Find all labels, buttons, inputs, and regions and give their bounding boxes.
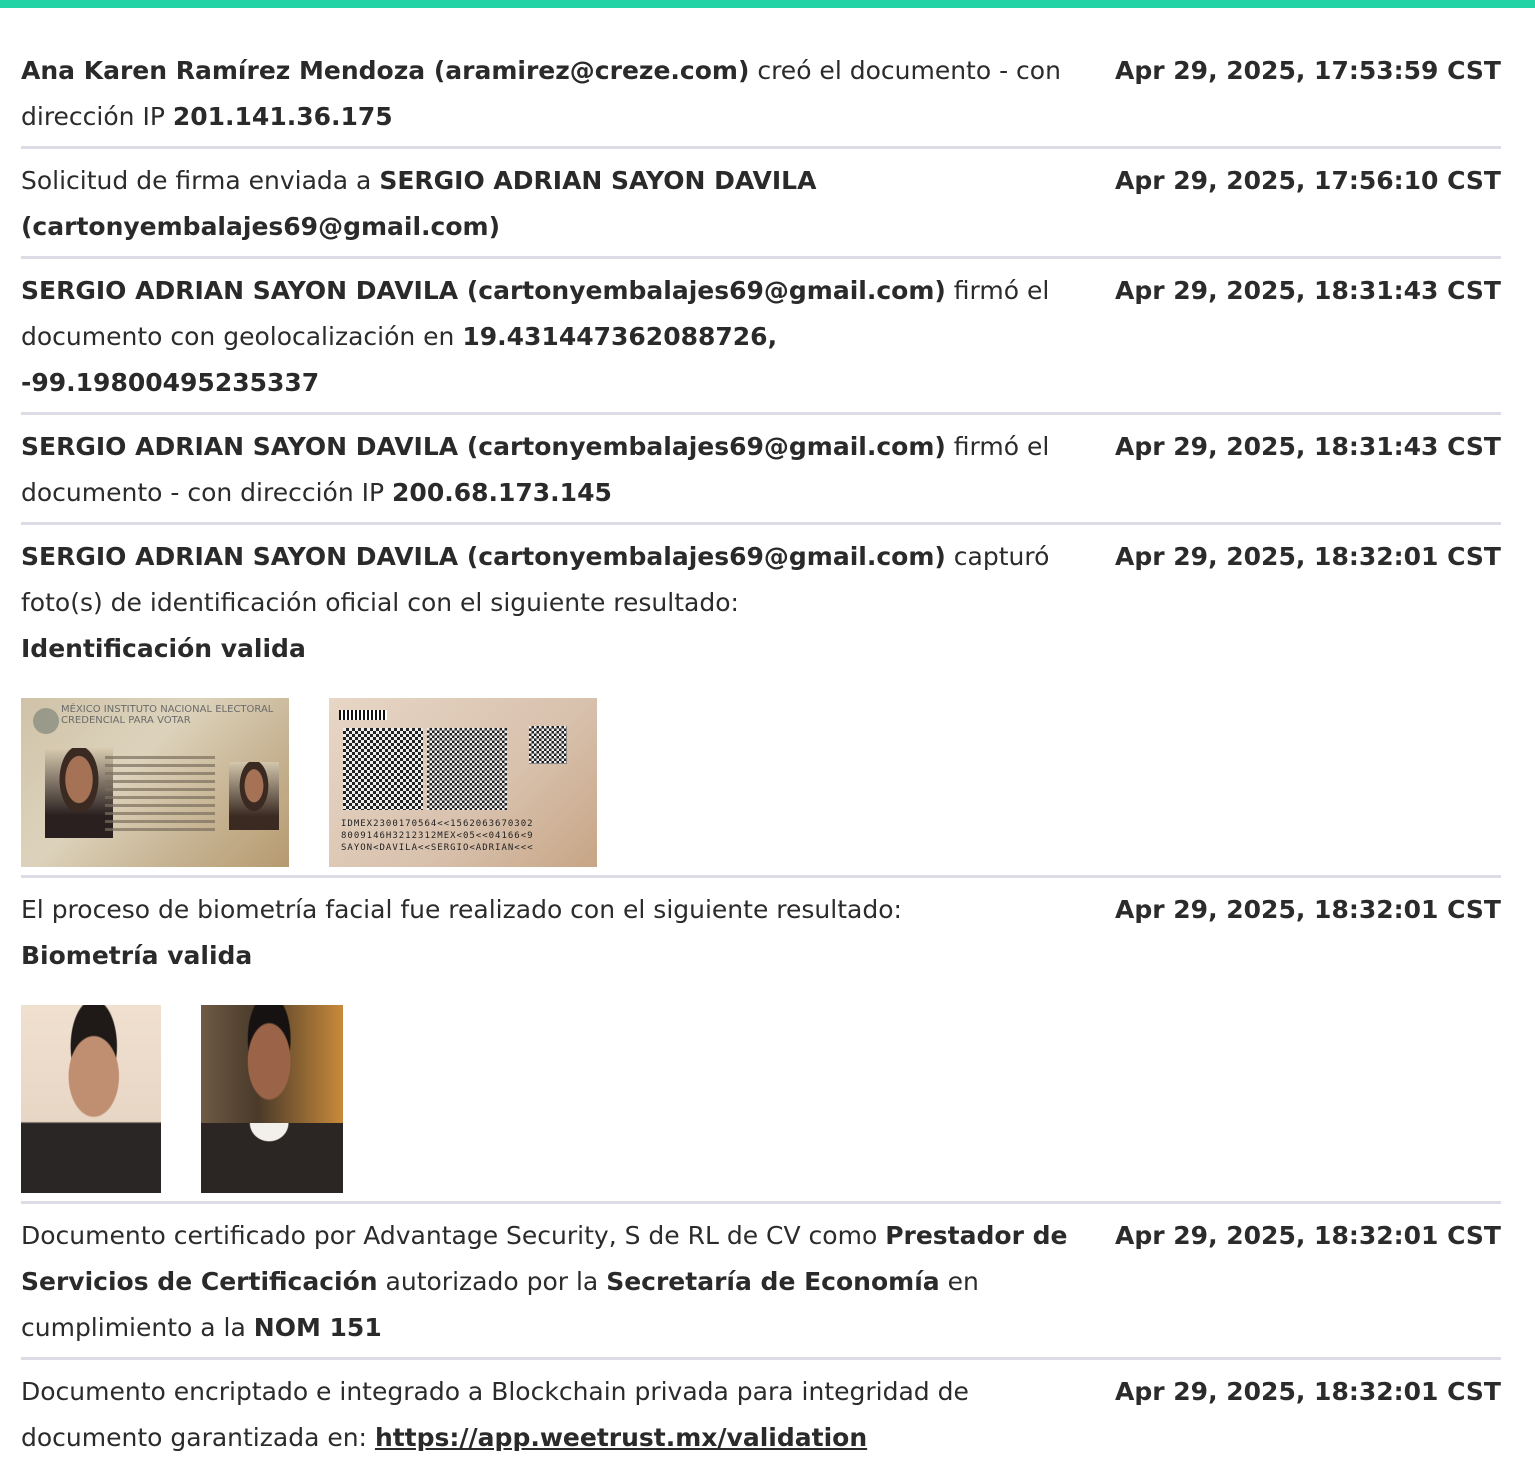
event-description: SERGIO ADRIAN SAYON DAVILA (cartonyembal… — [21, 424, 1071, 516]
event-timestamp: Apr 29, 2025, 18:32:01 CST — [1115, 542, 1501, 571]
validation-link[interactable]: https://app.weetrust.mx/validation — [375, 1423, 867, 1452]
event-description: SERGIO ADRIAN SAYON DAVILA (cartonyembal… — [21, 534, 1071, 869]
id-back-image[interactable]: IDMEX2300170564<<1562063670302 8009146H3… — [329, 698, 597, 867]
biometry-photos — [21, 1005, 1071, 1193]
mrz-zone: IDMEX2300170564<<1562063670302 8009146H3… — [341, 818, 591, 854]
event-timestamp: Apr 29, 2025, 18:31:43 CST — [1115, 432, 1501, 461]
selfie-photo[interactable] — [201, 1005, 343, 1193]
id-ghost-portrait — [229, 762, 279, 830]
actor: SERGIO ADRIAN SAYON DAVILA (cartonyembal… — [21, 542, 946, 571]
top-accent-bar — [0, 0, 1535, 8]
norm: NOM 151 — [253, 1313, 382, 1342]
qr-code — [529, 726, 567, 764]
event-text: autorizado por la — [377, 1267, 607, 1296]
id-face-photo[interactable] — [21, 1005, 161, 1193]
barcode — [339, 710, 387, 720]
mrz-line: 8009146H3212312MEX<05<<04166<9 — [341, 831, 534, 841]
event-text: Documento certificado por Advantage Secu… — [21, 1221, 886, 1250]
audit-timeline: Ana Karen Ramírez Mendoza (aramirez@crez… — [21, 48, 1501, 1476]
ip-address: 201.141.36.175 — [172, 102, 393, 131]
timeline-row: Documento certificado por Advantage Secu… — [21, 1213, 1501, 1360]
actor: SERGIO ADRIAN SAYON DAVILA (cartonyembal… — [21, 432, 946, 461]
event-text: Solicitud de firma enviada a — [21, 166, 380, 195]
timeline-row: SERGIO ADRIAN SAYON DAVILA (cartonyembal… — [21, 534, 1501, 878]
event-description: Solicitud de firma enviada a SERGIO ADRI… — [21, 158, 1071, 250]
event-description: SERGIO ADRIAN SAYON DAVILA (cartonyembal… — [21, 268, 1071, 406]
id-front-image[interactable]: MÉXICO INSTITUTO NACIONAL ELECTORAL CRED… — [21, 698, 289, 867]
id-portrait — [45, 748, 113, 838]
event-timestamp: Apr 29, 2025, 18:32:01 CST — [1115, 1221, 1501, 1250]
timeline-row: El proceso de biometría facial fue reali… — [21, 887, 1501, 1204]
id-title: CREDENCIAL PARA VOTAR — [61, 715, 191, 726]
timeline-row: Solicitud de firma enviada a SERGIO ADRI… — [21, 158, 1501, 259]
id-result: Identificación valida — [21, 634, 306, 663]
actor: Ana Karen Ramírez Mendoza (aramirez@crez… — [21, 56, 750, 85]
id-issuer: INSTITUTO NACIONAL ELECTORAL — [103, 704, 274, 715]
mrz-line: IDMEX2300170564<<1562063670302 — [341, 819, 534, 829]
event-description: Documento certificado por Advantage Secu… — [21, 1213, 1071, 1351]
event-timestamp: Apr 29, 2025, 18:32:01 CST — [1115, 1377, 1501, 1406]
id-country: MÉXICO — [61, 704, 101, 715]
event-timestamp: Apr 29, 2025, 17:56:10 CST — [1115, 166, 1501, 195]
event-timestamp: Apr 29, 2025, 18:31:43 CST — [1115, 276, 1501, 305]
id-photos: MÉXICO INSTITUTO NACIONAL ELECTORAL CRED… — [21, 698, 1071, 867]
qr-code — [427, 728, 507, 810]
timeline-row: Documento encriptado e integrado a Block… — [21, 1369, 1501, 1467]
event-description: Documento encriptado e integrado a Block… — [21, 1369, 1071, 1461]
event-timestamp: Apr 29, 2025, 17:53:59 CST — [1115, 56, 1501, 85]
event-description: Ana Karen Ramírez Mendoza (aramirez@crez… — [21, 48, 1071, 140]
event-timestamp: Apr 29, 2025, 18:32:01 CST — [1115, 895, 1501, 924]
event-description: El proceso de biometría facial fue reali… — [21, 887, 1071, 1195]
timeline-row: Ana Karen Ramírez Mendoza (aramirez@crez… — [21, 48, 1501, 149]
mrz-line: SAYON<DAVILA<<SERGIO<ADRIAN<<< — [341, 843, 534, 853]
ip-address: 200.68.173.145 — [392, 478, 612, 507]
biometry-result: Biometría valida — [21, 941, 253, 970]
authority: Secretaría de Economía — [606, 1267, 940, 1296]
event-text: El proceso de biometría facial fue reali… — [21, 895, 902, 924]
id-text-lines — [105, 756, 215, 836]
seal-icon — [33, 708, 59, 734]
qr-code — [343, 728, 423, 810]
actor: SERGIO ADRIAN SAYON DAVILA (cartonyembal… — [21, 276, 946, 305]
timeline-row: SERGIO ADRIAN SAYON DAVILA (cartonyembal… — [21, 424, 1501, 525]
timeline-row: SERGIO ADRIAN SAYON DAVILA (cartonyembal… — [21, 268, 1501, 415]
